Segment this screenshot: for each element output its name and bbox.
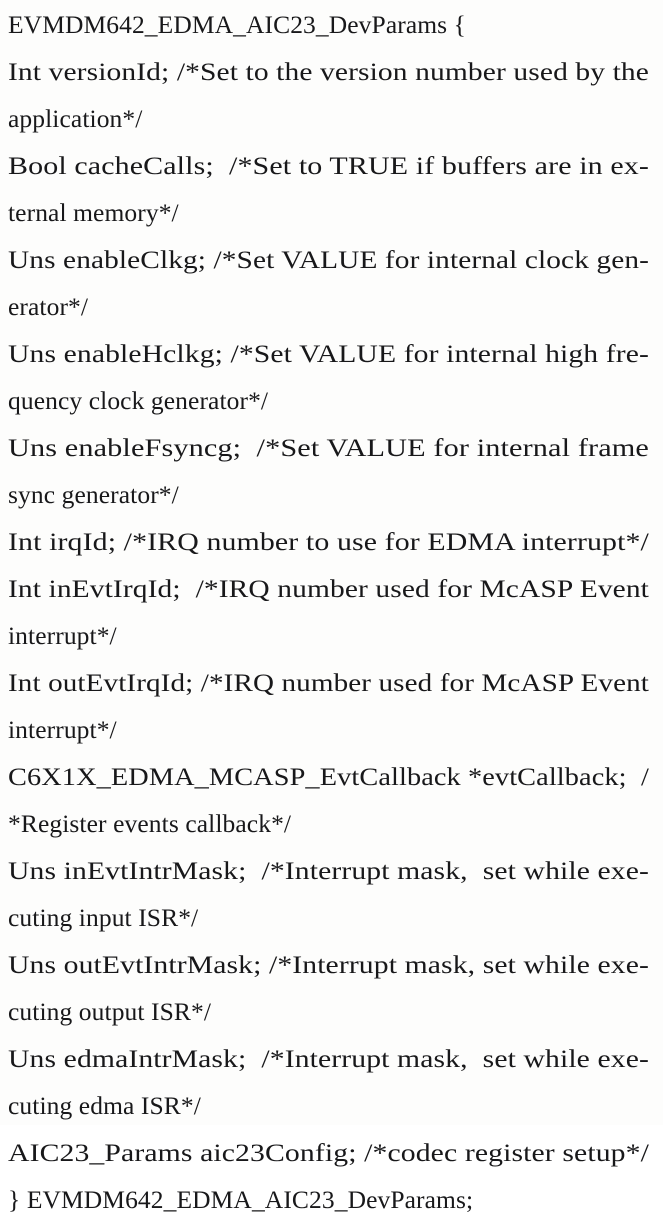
code-line: Uns edmaIntrMask; /*Interrupt mask, set …	[8, 1035, 649, 1082]
code-line-text: application*/	[8, 104, 143, 133]
code-line-text: cuting edma ISR*/	[8, 1091, 201, 1120]
code-line-text: *Register events callback*/	[8, 809, 292, 838]
code-line: Uns enableHclkg; /*Set VALUE for interna…	[8, 330, 649, 377]
code-line: sync generator*/	[8, 471, 649, 518]
code-line: quency clock generator*/	[8, 377, 649, 424]
code-line-text: Int inEvtIrqId; /*IRQ number used for Mc…	[8, 574, 649, 603]
code-line-text: Int versionId; /*Set to the version numb…	[8, 57, 650, 86]
code-line: Uns enableFsyncg; /*Set VALUE for intern…	[8, 424, 649, 471]
code-line-text: interrupt*/	[8, 621, 117, 650]
scanned-page: EVMDM642_EDMA_AIC23_DevParams { Int vers…	[0, 0, 663, 1214]
code-line-text: quency clock generator*/	[8, 386, 269, 415]
code-line-text: C6X1X_EDMA_MCASP_EvtCallback *evtCallbac…	[8, 762, 649, 791]
code-line-text: Uns enableHclkg; /*Set VALUE for interna…	[8, 339, 649, 368]
code-line-text: Int irqId; /*IRQ number to use for EDMA …	[8, 527, 649, 556]
code-line: Int inEvtIrqId; /*IRQ number used for Mc…	[8, 565, 649, 612]
code-line: application*/	[8, 95, 649, 142]
code-line: C6X1X_EDMA_MCASP_EvtCallback *evtCallbac…	[8, 753, 649, 800]
code-line: Uns enableClkg; /*Set VALUE for internal…	[8, 236, 649, 283]
code-line: cuting output ISR*/	[8, 988, 649, 1035]
code-line-text: Uns enableFsyncg; /*Set VALUE for intern…	[8, 433, 650, 462]
code-line: Uns outEvtIntrMask; /*Interrupt mask, se…	[8, 941, 649, 988]
code-line: AIC23_Params aic23Config; /*codec regist…	[8, 1129, 649, 1176]
code-line: Uns inEvtIntrMask; /*Interrupt mask, set…	[8, 847, 649, 894]
code-line: Int irqId; /*IRQ number to use for EDMA …	[8, 518, 649, 565]
code-line-text: ternal memory*/	[8, 198, 179, 227]
code-line-text: interrupt*/	[8, 715, 117, 744]
code-line: Bool cacheCalls; /*Set to TRUE if buffer…	[8, 142, 649, 189]
code-line: Int versionId; /*Set to the version numb…	[8, 48, 649, 95]
code-line: *Register events callback*/	[8, 800, 649, 847]
code-line: cuting input ISR*/	[8, 894, 649, 941]
code-line: erator*/	[8, 283, 649, 330]
code-line: interrupt*/	[8, 612, 649, 659]
code-line-text: EVMDM642_EDMA_AIC23_DevParams {	[8, 10, 467, 39]
struct-declaration-block: EVMDM642_EDMA_AIC23_DevParams { Int vers…	[8, 1, 649, 1223]
code-line-text: cuting output ISR*/	[8, 997, 212, 1026]
code-line-text: Bool cacheCalls; /*Set to TRUE if buffer…	[8, 151, 650, 180]
code-line: ternal memory*/	[8, 189, 649, 236]
code-line-text: Int outEvtIrqId; /*IRQ number used for M…	[8, 668, 649, 697]
code-line: Int outEvtIrqId; /*IRQ number used for M…	[8, 659, 649, 706]
code-line: } EVMDM642_EDMA_AIC23_DevParams;	[8, 1176, 649, 1223]
code-line: cuting edma ISR*/	[8, 1082, 649, 1129]
code-line-text: } EVMDM642_EDMA_AIC23_DevParams;	[8, 1185, 474, 1214]
code-line-text: Uns edmaIntrMask; /*Interrupt mask, set …	[8, 1044, 649, 1073]
code-line: interrupt*/	[8, 706, 649, 753]
code-line-text: sync generator*/	[8, 480, 179, 509]
code-line-text: Uns inEvtIntrMask; /*Interrupt mask, set…	[8, 856, 650, 885]
code-line-text: erator*/	[8, 292, 89, 321]
code-line-text: Uns enableClkg; /*Set VALUE for internal…	[8, 245, 650, 274]
code-line-text: cuting input ISR*/	[8, 903, 199, 932]
code-line-text: Uns outEvtIntrMask; /*Interrupt mask, se…	[8, 950, 650, 979]
code-line: EVMDM642_EDMA_AIC23_DevParams {	[8, 1, 649, 48]
code-line-text: AIC23_Params aic23Config; /*codec regist…	[8, 1138, 649, 1167]
